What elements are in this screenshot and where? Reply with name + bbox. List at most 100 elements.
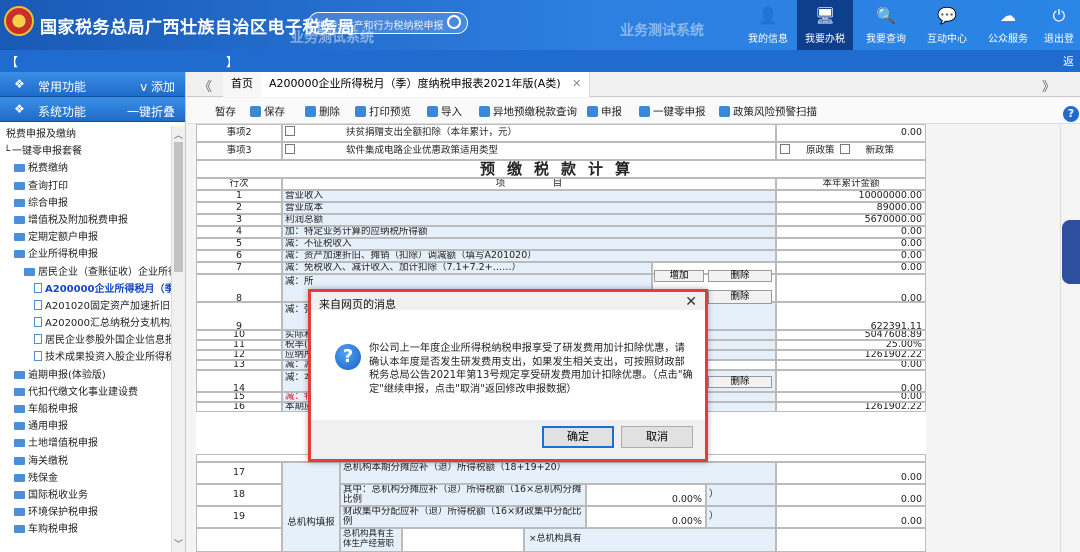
zero-declare-button[interactable]: 一键零申报 xyxy=(639,104,706,119)
tab-scroll-left-icon[interactable]: 《 xyxy=(199,76,212,95)
delete-button[interactable]: 删除 xyxy=(305,104,340,119)
row-value[interactable]: 0.00 xyxy=(776,226,926,238)
old-policy-label: 原政策 xyxy=(806,145,835,156)
risk-scan-button[interactable]: 政策风险预警扫描 xyxy=(719,104,817,119)
sidebar-item[interactable]: 环境保护税申报 xyxy=(0,504,172,521)
item2-row: 扶贫捐赠支出全额扣除（本年累计，元） xyxy=(282,124,776,142)
cancel-button[interactable]: 取消 xyxy=(621,426,693,448)
sidebar-item[interactable]: 车船税申报 xyxy=(0,401,172,418)
sidebar-item[interactable]: A200000企业所得税月（季）度 xyxy=(0,281,172,298)
system-functions-header[interactable]: ❖ 系统功能 一键折叠 xyxy=(0,97,185,122)
close-icon[interactable]: ✕ xyxy=(685,294,697,310)
sidebar-item[interactable]: 查询打印 xyxy=(0,178,172,195)
row20-value[interactable] xyxy=(776,528,926,552)
row-value[interactable]: 5670000.00 xyxy=(776,214,926,226)
nav-interaction[interactable]: 💬 互动中心 xyxy=(919,0,975,50)
row-value[interactable]: 0.00 xyxy=(776,262,926,274)
help-icon[interactable]: ? xyxy=(1063,106,1079,122)
tab-scroll-right-icon[interactable]: 》 xyxy=(1042,76,1055,95)
scroll-up-icon[interactable]: ︿ xyxy=(174,128,183,141)
assistant-mascot-icon[interactable] xyxy=(1062,220,1080,284)
delete-row8-button[interactable]: 删除 xyxy=(708,290,772,304)
sidebar-item[interactable]: 车购税申报 xyxy=(0,521,172,538)
row-value[interactable]: 0.00 xyxy=(776,360,926,370)
sidebar-item[interactable]: 代扣代缴文化事业建设费 xyxy=(0,384,172,401)
sidebar-item[interactable]: 税费申报及缴纳 xyxy=(0,126,172,143)
search-icon[interactable] xyxy=(447,15,461,29)
nav-query[interactable]: 🔍 我要查询 xyxy=(858,0,914,50)
sidebar-item[interactable]: 技术成果投资入股企业所得税递延 xyxy=(0,349,172,366)
sidebar-item[interactable]: 通用申报 xyxy=(0,418,172,435)
nav-my-info[interactable]: 👤 我的信息 xyxy=(740,0,796,50)
row-value[interactable]: 0.00 xyxy=(776,274,926,302)
collapse-all-button[interactable]: 一键折叠 xyxy=(127,103,175,120)
old-policy-checkbox[interactable] xyxy=(780,144,790,154)
item3-checkbox[interactable] xyxy=(285,144,295,154)
scroll-thumb[interactable] xyxy=(174,142,183,272)
sidebar-item[interactable]: 逾期申报(体验版) xyxy=(0,367,172,384)
row-value[interactable]: 89000.00 xyxy=(776,202,926,214)
sidebar-item[interactable]: 土地增值税申报 xyxy=(0,435,172,452)
user-info-bar: 【 】 返 xyxy=(0,50,1080,72)
sidebar-item[interactable]: 税费缴纳 xyxy=(0,160,172,177)
temp-save-button[interactable]: 暂存 xyxy=(215,104,236,119)
import-button[interactable]: 导入 xyxy=(427,104,462,119)
row-value[interactable]: 1261902.22 xyxy=(776,350,926,360)
common-functions-header[interactable]: ❖ 常用功能 v 添加 xyxy=(0,72,185,97)
sidebar-item[interactable]: 定期定额户申报 xyxy=(0,229,172,246)
sidebar-item[interactable]: 居民企业参股外国企业信息报告表 xyxy=(0,332,172,349)
sidebar-item[interactable]: 国际税收业务 xyxy=(0,487,172,504)
sidebar-item[interactable]: └ 一键零申报套餐 xyxy=(0,143,172,160)
sidebar-item[interactable]: 增值税及附加税费申报 xyxy=(0,212,172,229)
row18-ratio[interactable]: 0.00% xyxy=(586,484,706,506)
return-link[interactable]: 返 xyxy=(1063,53,1074,69)
declare-button[interactable]: 申报 xyxy=(587,104,622,119)
save-button[interactable]: 保存 xyxy=(250,104,285,119)
sidebar-item-label: 国际税收业务 xyxy=(28,489,88,501)
row19-value[interactable]: 0.00 xyxy=(776,506,926,528)
row-value[interactable]: 0.00 xyxy=(776,238,926,250)
nav-logout[interactable]: ⏻ 退出登 xyxy=(1038,0,1080,50)
nav-public-service[interactable]: ☁ 公众服务 xyxy=(980,0,1036,50)
sidebar-item[interactable]: 残保金 xyxy=(0,470,172,487)
row-number: 14 xyxy=(196,370,282,392)
row-value[interactable]: 0.00 xyxy=(776,392,926,402)
add-common-button[interactable]: v 添加 xyxy=(140,78,175,95)
row19-ratio[interactable]: 0.00% xyxy=(586,506,706,528)
sidebar-item[interactable]: 企业所得税申报 xyxy=(0,246,172,263)
row-value[interactable]: 1261902.22 xyxy=(776,402,926,412)
row-value[interactable]: 10000000.00 xyxy=(776,190,926,202)
item2-value[interactable]: 0.00 xyxy=(776,124,926,142)
remote-prepaid-query-button[interactable]: 异地预缴税款查询 xyxy=(479,104,577,119)
scroll-down-icon[interactable]: ﹀ xyxy=(174,537,183,550)
tab-home[interactable]: 首页 xyxy=(223,72,262,97)
row-number: 1 xyxy=(196,190,282,202)
sidebar-item[interactable]: 海关缴税 xyxy=(0,453,172,470)
row20-input[interactable] xyxy=(402,528,524,552)
right-strip: ? xyxy=(1060,106,1080,552)
new-policy-checkbox[interactable] xyxy=(839,144,850,154)
tab-a200000[interactable]: A200000企业所得税月（季）度纳税申报表2021年版(A类) ✕ xyxy=(261,72,591,97)
row-value[interactable]: 0.00 xyxy=(776,250,926,262)
row-value[interactable]: 25.00% xyxy=(776,340,926,350)
delete-row-button[interactable]: 删除 xyxy=(708,270,772,282)
item2-checkbox[interactable] xyxy=(285,126,295,136)
row-value[interactable]: 622391.11 xyxy=(776,302,926,330)
row-value[interactable]: 0.00 xyxy=(776,370,926,392)
sidebar-scrollbar[interactable]: ︿ ﹀ xyxy=(171,126,185,552)
sidebar-item[interactable]: 综合申报 xyxy=(0,195,172,212)
row-value[interactable]: 5047608.89 xyxy=(776,330,926,340)
delete-row13-button[interactable]: 删除 xyxy=(708,376,772,388)
nav-tax-handling[interactable]: 🖥 我要办税 xyxy=(797,0,853,50)
sidebar-item[interactable]: A202000汇总纳税分支机构所得税 xyxy=(0,315,172,332)
row18-value[interactable]: 0.00 xyxy=(776,484,926,506)
search-doc-icon: 🔍 xyxy=(876,6,896,25)
sidebar-item[interactable]: A201020固定资产加速折旧(扣除) xyxy=(0,298,172,315)
sidebar-item-label: 定期定额户申报 xyxy=(28,232,98,244)
add-row-button[interactable]: 增加 xyxy=(654,270,704,282)
row17-value[interactable]: 0.00 xyxy=(776,462,926,484)
print-preview-button[interactable]: 打印预览 xyxy=(355,104,411,119)
ok-button[interactable]: 确定 xyxy=(542,426,614,448)
close-icon[interactable]: ✕ xyxy=(572,77,581,90)
sidebar-item[interactable]: 居民企业（查账征收）企业所得税 xyxy=(0,264,172,281)
